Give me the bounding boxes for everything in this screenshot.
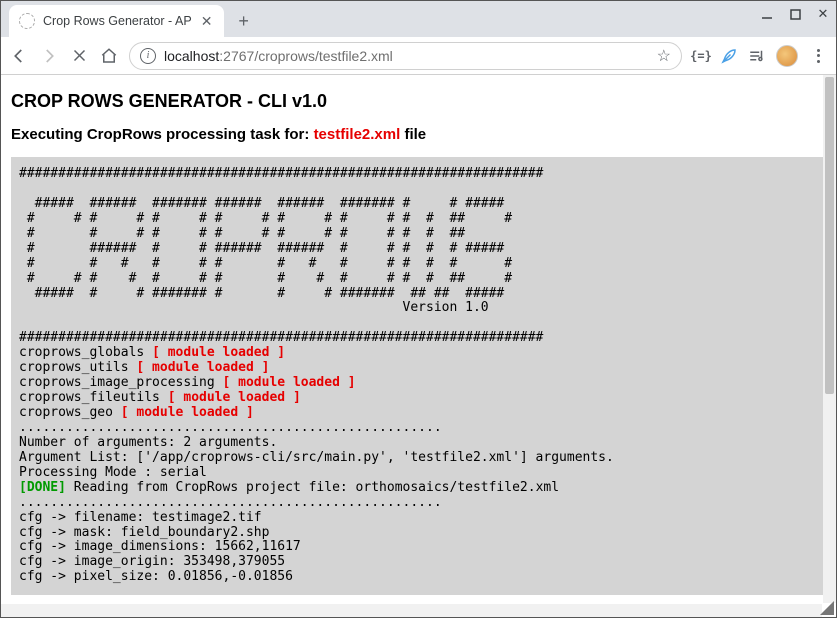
profile-avatar[interactable]	[776, 45, 798, 67]
site-info-icon[interactable]: i	[140, 48, 156, 64]
window-close-icon[interactable]: ✕	[816, 7, 830, 21]
page-subtitle: Executing CropRows processing task for: …	[11, 126, 826, 143]
home-button[interactable]	[99, 46, 119, 66]
forward-button	[39, 46, 59, 66]
back-button[interactable]	[9, 46, 29, 66]
terminal-output: ########################################…	[11, 157, 826, 595]
tab-title: Crop Rows Generator - AP	[43, 14, 192, 28]
scrollbar-thumb[interactable]	[825, 77, 834, 394]
stop-reload-button[interactable]	[69, 46, 89, 66]
address-bar[interactable]: i localhost:2767/croprows/testfile2.xml …	[129, 42, 682, 70]
tab-favicon	[19, 13, 35, 29]
browser-toolbar: i localhost:2767/croprows/testfile2.xml …	[1, 37, 836, 75]
bookmark-star-icon[interactable]: ☆	[657, 46, 671, 66]
browser-tabstrip: Crop Rows Generator - AP ✕ + ✕	[1, 1, 836, 37]
url-path: /croprows/testfile2.xml	[254, 48, 392, 64]
browser-tab-active[interactable]: Crop Rows Generator - AP ✕	[9, 5, 224, 37]
new-tab-button[interactable]: +	[230, 7, 258, 35]
page-title: CROP ROWS GENERATOR - CLI v1.0	[11, 91, 826, 112]
window-maximize-icon[interactable]	[788, 7, 802, 21]
scrollbar-horizontal[interactable]	[1, 604, 822, 617]
extension-braces-icon[interactable]: {=}	[692, 47, 710, 65]
scroll-corner-icon	[820, 601, 834, 615]
page-content: CROP ROWS GENERATOR - CLI v1.0 Executing…	[1, 75, 836, 611]
url-host: localhost	[164, 48, 219, 64]
processing-filename: testfile2.xml	[314, 126, 401, 143]
browser-menu-icon[interactable]	[808, 46, 828, 66]
window-controls: ✕	[760, 7, 830, 21]
extension-media-icon[interactable]	[748, 47, 766, 65]
window-minimize-icon[interactable]	[760, 7, 774, 21]
url-port: :2767	[219, 48, 254, 64]
page-viewport[interactable]: CROP ROWS GENERATOR - CLI v1.0 Executing…	[1, 75, 836, 617]
scrollbar-vertical[interactable]	[823, 75, 836, 603]
extension-feather-icon[interactable]	[720, 47, 738, 65]
close-tab-icon[interactable]: ✕	[200, 14, 214, 28]
